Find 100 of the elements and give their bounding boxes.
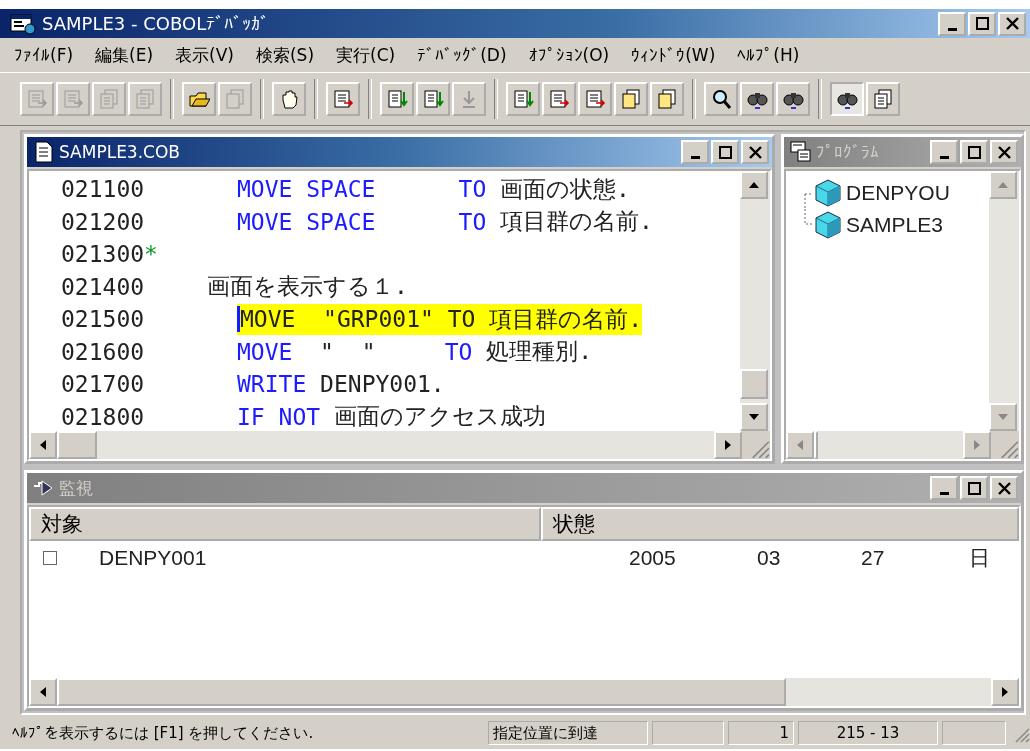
status-panel: 1 [728, 721, 794, 745]
app-icon [10, 12, 36, 35]
scroll-down-button[interactable] [740, 403, 768, 431]
maximize-button[interactable] [968, 11, 996, 36]
minimize-button[interactable] [938, 11, 966, 36]
maximize-button[interactable] [711, 140, 739, 164]
menu-item[interactable]: 編集(E) [95, 43, 154, 67]
scroll-thumb[interactable] [57, 431, 97, 459]
menu-item[interactable]: 検索(S) [255, 43, 315, 67]
minimize-icon [947, 27, 957, 31]
cube-icon [814, 210, 842, 240]
vertical-scrollbar[interactable] [740, 171, 770, 431]
toolbar-button[interactable] [776, 82, 810, 116]
up-arrow-icon [748, 181, 760, 189]
line-number: 021800 [61, 403, 146, 430]
scroll-up-button[interactable] [740, 171, 768, 199]
toolbar-button[interactable] [272, 82, 306, 116]
window-title: SAMPLE3.COB [59, 142, 181, 162]
code-text: MOVE "GRP001" TO 項目群の名前. [240, 304, 643, 334]
table-cell-text: DENPY001 [99, 546, 208, 570]
menu-item[interactable]: ﾃﾞﾊﾞｯｸﾞ(D) [417, 45, 507, 65]
code-keyword: TO [457, 176, 487, 203]
table-cell-text: 27 [861, 546, 886, 570]
status-panel: 215 - 13 [798, 721, 938, 745]
scroll-left-button[interactable] [29, 431, 57, 459]
code-text: 画面のアクセス成功 [332, 402, 546, 431]
code-text: 画面を表示する１. [207, 272, 408, 302]
down-arrow-icon [997, 413, 1009, 421]
arrow-icon [33, 477, 55, 499]
magnifier-icon [710, 88, 732, 110]
right-arrow-icon [973, 439, 981, 451]
column-header[interactable]: 状態 [541, 507, 1019, 541]
code-keyword: TO [457, 208, 487, 235]
resize-grip-icon [742, 431, 770, 459]
scroll-left-button[interactable] [29, 678, 57, 706]
horizontal-scrollbar[interactable] [29, 431, 770, 459]
code-text: 画面の状態. [499, 174, 630, 204]
horizontal-scrollbar[interactable] [786, 431, 1019, 459]
checkbox[interactable] [43, 551, 57, 565]
scroll-thumb[interactable] [740, 369, 768, 399]
window-title: 監視 [59, 476, 94, 500]
tree-item[interactable]: DENPYOU [846, 181, 950, 205]
code-keyword: MOVE SPACE [237, 176, 376, 203]
close-button[interactable] [741, 140, 769, 164]
minimize-icon [690, 156, 700, 159]
maximize-icon [967, 481, 981, 495]
documents-icon [134, 88, 156, 110]
comment-marker: * [144, 241, 158, 268]
menu-item[interactable]: 実行(C) [336, 43, 396, 67]
scroll-thumb[interactable] [57, 678, 786, 706]
menu-item[interactable]: ﾌｧｲﾙ(F) [14, 45, 74, 65]
document-icon [33, 141, 55, 163]
menu-item[interactable]: 表示(V) [175, 43, 234, 67]
close-button[interactable] [998, 11, 1026, 36]
line-number: 021500 [61, 306, 146, 333]
code-text: 項目群の名前. [499, 207, 653, 237]
toolbar-button[interactable] [182, 82, 216, 116]
document-arrow-icon [332, 88, 354, 110]
document-arrow-icon [512, 88, 534, 110]
code-keyword: IF NOT [237, 403, 321, 430]
left-arrow-icon [796, 439, 804, 451]
close-icon [997, 145, 1011, 159]
scroll-right-button[interactable] [991, 678, 1019, 706]
document-arrow-icon [548, 88, 570, 110]
window-title: SAMPLE3 - COBOLﾃﾞﾊﾞｯｶﾞ [42, 13, 271, 34]
line-number: 021300 [61, 241, 145, 268]
documents-icon [872, 88, 894, 110]
close-icon [1005, 17, 1019, 30]
code-keyword: TO [443, 338, 473, 365]
code-text: 処理種別. [485, 337, 593, 367]
menu-item[interactable]: ﾍﾙﾌﾟ(H) [737, 45, 800, 65]
document-arrow-icon [386, 88, 408, 110]
windows-icon [790, 141, 812, 163]
toolbar-button[interactable] [740, 82, 774, 116]
scroll-right-button[interactable] [714, 431, 742, 459]
status-panel: 指定位置に到達 [488, 721, 648, 745]
line-number: 021400 [61, 273, 146, 300]
table-cell-text: 日 [969, 545, 990, 571]
toolbar-button[interactable] [830, 82, 864, 116]
resize-grip-icon [991, 431, 1019, 459]
documents-icon [224, 88, 246, 110]
line-number: 021200 [61, 208, 146, 235]
menu-item[interactable]: ｵﾌﾟｼｮﾝ(O) [528, 45, 610, 65]
column-header[interactable]: 対象 [29, 507, 541, 541]
document-arrow-icon [422, 88, 444, 110]
cube-icon [814, 178, 842, 208]
menu-item[interactable]: ｳｨﾝﾄﾞｳ(W) [631, 45, 716, 65]
line-number: 021700 [61, 371, 146, 398]
document-arrow-icon [26, 88, 48, 110]
minimize-button[interactable] [681, 140, 709, 164]
down-arrow-icon [748, 413, 760, 421]
horizontal-scrollbar[interactable] [29, 678, 1019, 706]
toolbar-button[interactable] [704, 82, 738, 116]
table-cell-text: 2005 [629, 546, 677, 570]
close-icon [997, 481, 1011, 495]
code-text: " " [319, 338, 376, 365]
tree-item[interactable]: SAMPLE3 [846, 213, 943, 237]
window-title: ﾌﾟﾛｸﾞﾗﾑ [816, 142, 880, 162]
scroll-thumb[interactable] [814, 431, 818, 459]
code-keyword: WRITE [237, 371, 307, 398]
